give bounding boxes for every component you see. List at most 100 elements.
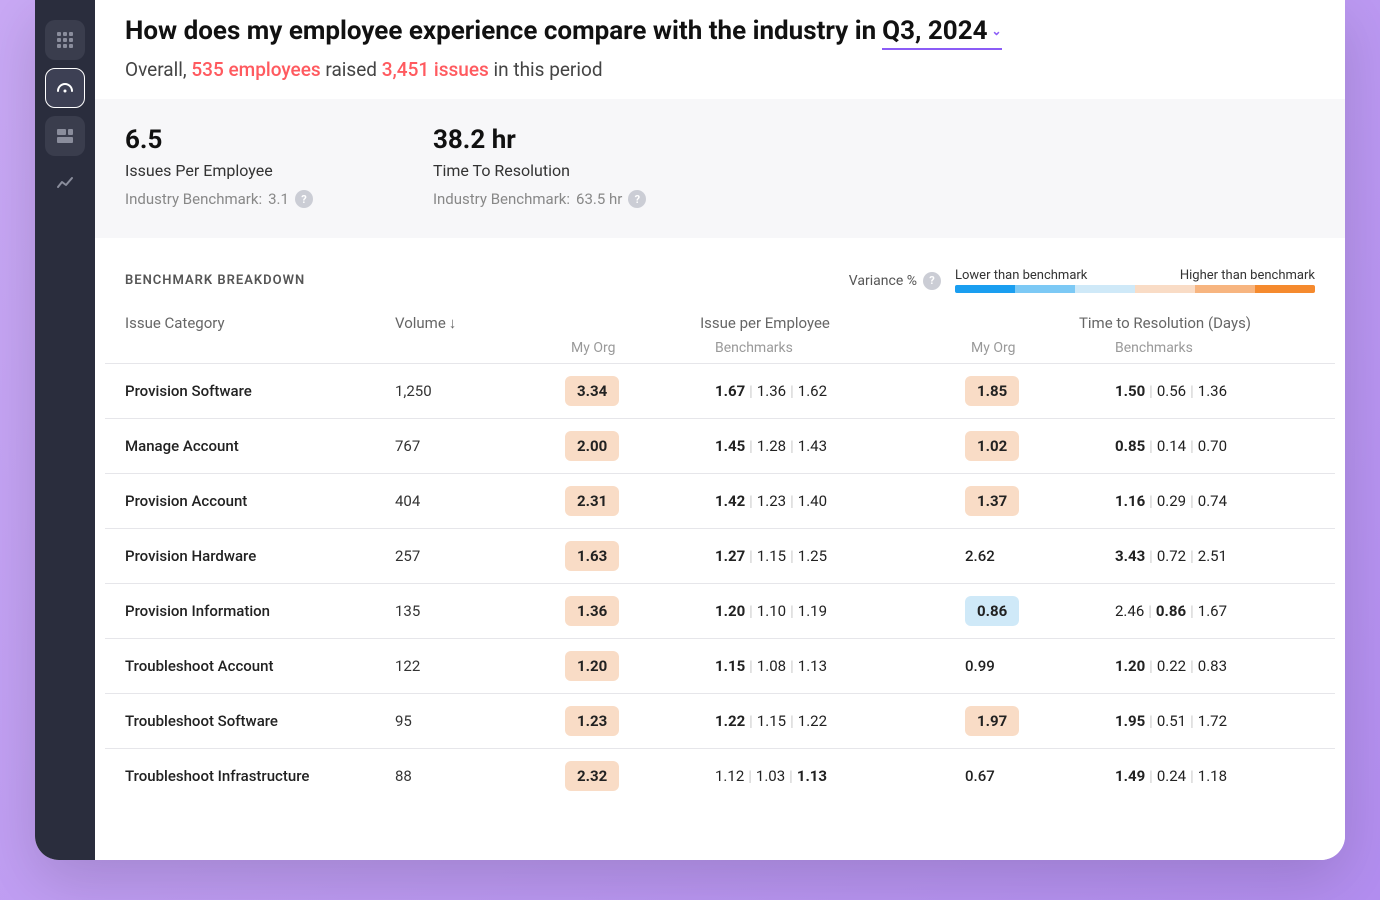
ttr-myorg-pill: 0.86 [965,596,1019,626]
ipe-myorg-pill: 2.31 [565,486,619,516]
benchmark-values: 1.42|1.23|1.40 [715,492,827,510]
title-prefix: How does my employee experience compare … [125,16,876,46]
category-cell: Provision Hardware [125,547,395,565]
sort-down-icon: ↓ [449,314,457,332]
ttr-myorg-pill: 1.85 [965,376,1019,406]
benchmark-table: Issue Category Volume↓ Issue per Employe… [95,307,1345,803]
volume-cell: 95 [395,712,565,730]
category-cell: Troubleshoot Software [125,712,395,730]
subcol-benchmarks: Benchmarks [715,340,965,356]
subcol-benchmarks: Benchmarks [1115,340,1345,356]
metric-label: Time To Resolution [433,161,646,180]
volume-cell: 1,250 [395,382,565,400]
main-content: How does my employee experience compare … [95,0,1345,860]
table-subheader-row: My Org Benchmarks My Org Benchmarks [105,339,1335,363]
help-icon[interactable]: ? [295,190,313,208]
metric-issues-per-employee: 6.5 Issues Per Employee Industry Benchma… [125,125,313,208]
benchmark-values: 1.12|1.03|1.13 [715,767,827,785]
col-group-ttr: Time to Resolution (Days) [965,314,1345,332]
benchmark-values: 1.20|0.22|0.83 [1115,657,1227,675]
ttr-myorg-pill: 1.97 [965,706,1019,736]
category-cell: Troubleshoot Infrastructure [125,767,395,785]
metric-benchmark: Industry Benchmark:63.5 hr ? [433,190,646,208]
ipe-myorg-pill: 2.32 [565,761,619,791]
variance-label: Variance % [849,273,917,289]
table-row[interactable]: Troubleshoot Software951.23 1.22|1.15|1.2… [105,693,1335,748]
breakdown-header: BENCHMARK BREAKDOWN Variance % ? Lower t… [95,238,1345,307]
sidebar-item-trends[interactable] [45,164,85,204]
subtitle: Overall, 535 employees raised 3,451 issu… [125,58,1315,81]
benchmark-values: 1.49|0.24|1.18 [1115,767,1227,785]
app-frame: How does my employee experience compare … [35,0,1345,860]
ttr-myorg-pill: 2.62 [965,541,995,571]
sidebar-item-dashboard[interactable] [45,68,85,108]
volume-cell: 767 [395,437,565,455]
gauge-icon [55,78,75,98]
metric-time-to-resolution: 38.2 hr Time To Resolution Industry Benc… [433,125,646,208]
trend-icon [56,175,74,193]
ipe-myorg-pill: 1.23 [565,706,619,736]
table-row[interactable]: Provision Hardware2571.63 1.27|1.15|1.25 2… [105,528,1335,583]
legend-higher: Higher than benchmark [1180,268,1315,283]
table-row[interactable]: Troubleshoot Infrastructure882.32 1.12|1.… [105,748,1335,803]
benchmark-values: 1.15|1.08|1.13 [715,657,827,675]
ttr-myorg-pill: 0.99 [965,651,995,681]
subcol-myorg: My Org [965,340,1115,356]
chevron-down-icon: ⌄ [992,24,1002,38]
grid-icon [56,31,74,49]
ipe-myorg-pill: 1.20 [565,651,619,681]
benchmark-values: 1.95|0.51|1.72 [1115,712,1227,730]
col-group-ipe: Issue per Employee [565,314,965,332]
legend-gradient-bar [955,285,1315,293]
ipe-myorg-pill: 3.34 [565,376,619,406]
metric-benchmark: Industry Benchmark:3.1 ? [125,190,313,208]
category-cell: Manage Account [125,437,395,455]
benchmark-values: 1.45|1.28|1.43 [715,437,827,455]
benchmark-values: 3.43|0.72|2.51 [1115,547,1227,565]
metric-value: 6.5 [125,125,313,155]
metrics-band: 6.5 Issues Per Employee Industry Benchma… [95,99,1345,238]
category-cell: Provision Information [125,602,395,620]
sidebar-item-grid[interactable] [45,20,85,60]
table-header-row: Issue Category Volume↓ Issue per Employe… [105,307,1335,339]
category-cell: Troubleshoot Account [125,657,395,675]
ipe-myorg-pill: 1.63 [565,541,619,571]
ttr-myorg-pill: 1.02 [965,431,1019,461]
benchmark-values: 1.16|0.29|0.74 [1115,492,1227,510]
benchmark-values: 2.46|0.86|1.67 [1115,602,1227,620]
benchmark-values: 1.22|1.15|1.22 [715,712,827,730]
table-row[interactable]: Manage Account7672.00 1.45|1.28|1.43 1.02 0… [105,418,1335,473]
issue-count: 3,451 issues [382,58,489,81]
col-category[interactable]: Issue Category [125,314,395,332]
volume-cell: 88 [395,767,565,785]
subcol-myorg: My Org [565,340,715,356]
ipe-myorg-pill: 1.36 [565,596,619,626]
variance-legend: Variance % ? Lower than benchmark Higher… [849,268,1315,293]
volume-cell: 122 [395,657,565,675]
period-value: Q3, 2024 [882,16,987,46]
table-row[interactable]: Provision Account4042.311.42|1.23|1.401.… [105,473,1335,528]
ttr-myorg-pill: 1.37 [965,486,1019,516]
metric-value: 38.2 hr [433,125,646,155]
ipe-myorg-pill: 2.00 [565,431,619,461]
employee-count: 535 employees [191,58,320,81]
volume-cell: 135 [395,602,565,620]
benchmark-values: 1.67|1.36|1.62 [715,382,827,400]
table-row[interactable]: Troubleshoot Account1221.20 1.15|1.08|1.1… [105,638,1335,693]
volume-cell: 257 [395,547,565,565]
category-cell: Provision Software [125,382,395,400]
help-icon[interactable]: ? [628,190,646,208]
benchmark-values: 1.27|1.15|1.25 [715,547,827,565]
table-row[interactable]: Provision Information1351.36 1.20|1.10|1.… [105,583,1335,638]
ttr-myorg-pill: 0.67 [965,761,995,791]
table-row[interactable]: Provision Software1,2503.34 1.67|1.36|1.6… [105,363,1335,418]
metric-label: Issues Per Employee [125,161,313,180]
left-sidebar [35,0,95,860]
category-cell: Provision Account [125,492,395,510]
benchmark-values: 0.85|0.14|0.70 [1115,437,1227,455]
sidebar-item-layout[interactable] [45,116,85,156]
benchmark-values: 1.20|1.10|1.19 [715,602,827,620]
help-icon[interactable]: ? [923,272,941,290]
col-volume[interactable]: Volume↓ [395,314,565,332]
period-selector[interactable]: Q3, 2024 ⌄ [882,16,1001,50]
